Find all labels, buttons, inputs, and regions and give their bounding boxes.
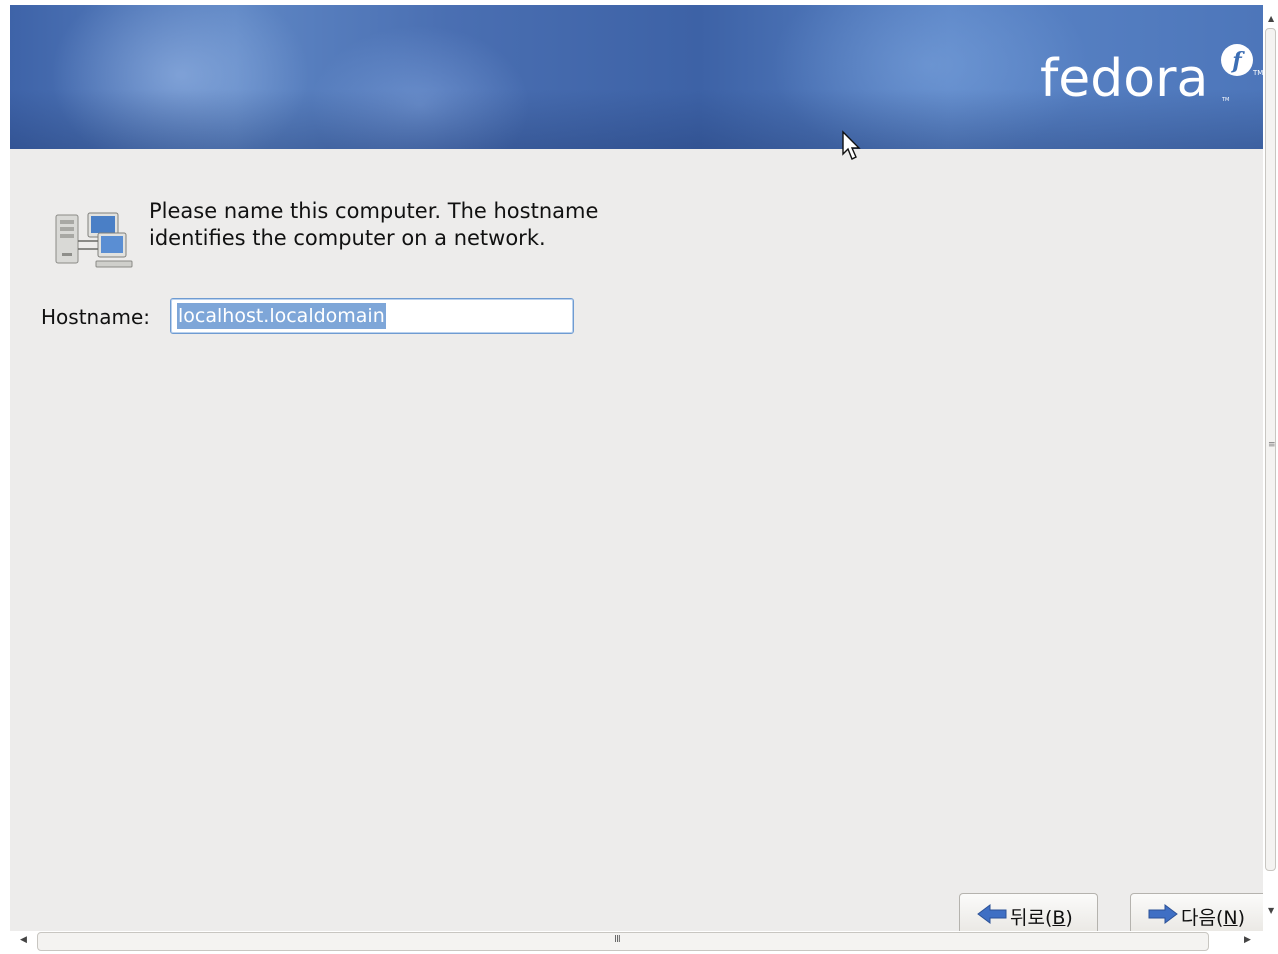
horizontal-grip-icon: III: [614, 934, 621, 945]
scroll-left-icon[interactable]: ◀: [20, 935, 27, 945]
right-arrow-icon: [1148, 904, 1178, 924]
mouse-cursor-icon: [842, 130, 861, 160]
scroll-down-icon[interactable]: ▼: [1268, 906, 1274, 915]
next-button-label: 다음(N): [1181, 907, 1246, 929]
fedora-logo-icon: f: [1221, 44, 1253, 76]
scroll-right-icon[interactable]: ▶: [1244, 935, 1251, 945]
scroll-up-icon[interactable]: ▲: [1268, 14, 1274, 23]
trademark-mark-small: TM: [1222, 97, 1230, 103]
fedora-banner: fedora f TM TM: [10, 5, 1263, 149]
left-arrow-icon: [977, 904, 1007, 924]
next-button[interactable]: 다음(N): [1130, 893, 1263, 931]
vertical-grip-icon: ≡: [1268, 440, 1276, 450]
hostname-label: Hostname:: [41, 305, 150, 329]
back-button[interactable]: 뒤로(B): [959, 893, 1098, 931]
hostname-input[interactable]: localhost.localdomain: [170, 298, 574, 334]
hostname-description: Please name this computer. The hostname …: [149, 199, 599, 250]
horizontal-scroll-thumb[interactable]: [37, 932, 1209, 951]
back-button-label: 뒤로(B): [1010, 907, 1073, 929]
installer-window: fedora f TM TM Please name this computer…: [10, 5, 1263, 931]
network-computers-icon: [55, 212, 133, 268]
hostname-value: localhost.localdomain: [177, 303, 386, 329]
trademark-mark: TM: [1253, 69, 1263, 77]
fedora-logo-text: fedora: [1040, 49, 1209, 109]
